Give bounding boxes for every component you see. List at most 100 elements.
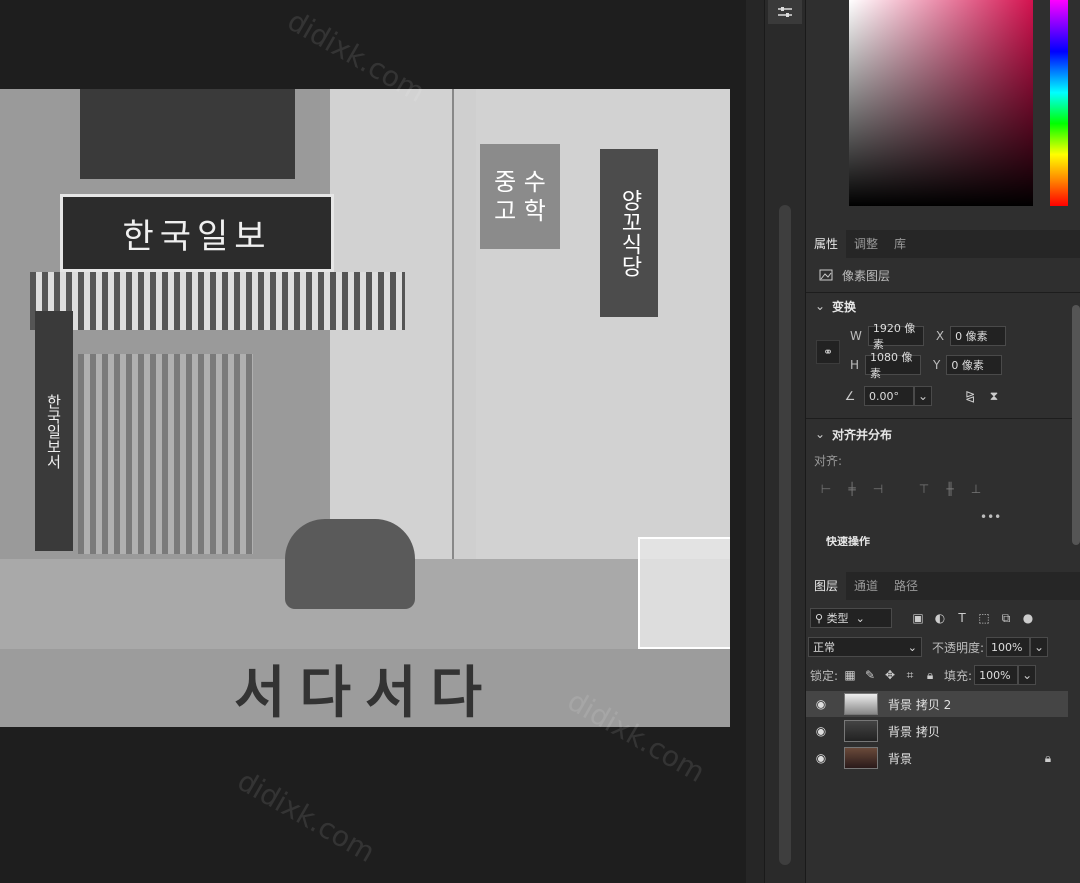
pixel-layer-icon (818, 267, 834, 283)
hue-slider[interactable] (1050, 0, 1068, 206)
properties-scrollbar[interactable] (1072, 305, 1080, 545)
x-label: X (935, 329, 945, 343)
visibility-eye-icon[interactable]: ◉ (808, 751, 834, 765)
layer-row[interactable]: ◉ 背景 拷贝 (806, 718, 1068, 744)
width-field[interactable]: 1920 像素 (867, 322, 924, 351)
transform-header[interactable]: ⌄ 变换 (806, 298, 1080, 314)
align-title: 对齐并分布 (832, 427, 893, 442)
tab-channels[interactable]: 通道 (846, 572, 886, 600)
restaurant-sign: 양꼬식당 (600, 149, 658, 317)
align-header[interactable]: ⌄ 对齐并分布 (806, 426, 1080, 442)
align-top-icon[interactable]: ⊤ (916, 481, 932, 497)
quick-actions-row: 快速操作 (806, 536, 1080, 546)
lock-artboard-icon[interactable]: ⌗ (902, 667, 918, 683)
quick-actions-title: 快速操作 (826, 536, 870, 546)
align-middle-v-icon[interactable]: ╫ (942, 481, 958, 497)
layer-row[interactable]: ◉ 背景 拷贝 2 (806, 691, 1068, 717)
opacity-field[interactable]: 100% (986, 637, 1031, 657)
more-row: ••• (806, 510, 1080, 524)
fill-field[interactable]: 100% (974, 665, 1019, 685)
document-image[interactable]: 한국일보 한국일보서 중 수 고 학 양꼬식당 서다서다 (0, 89, 730, 727)
layer-thumbnail (844, 693, 878, 715)
visibility-eye-icon[interactable]: ◉ (808, 697, 834, 711)
align-bottom-icon[interactable]: ⊥ (968, 481, 984, 497)
chevron-down-icon[interactable]: ⌄ (914, 386, 932, 406)
blend-mode-value: 正常 (813, 641, 835, 654)
divider (806, 418, 1080, 419)
filter-type-icon[interactable]: T (954, 610, 970, 626)
align-buttons-row: ⊢ ╪ ⊣ ⊤ ╫ ⊥ (806, 480, 1080, 498)
lock-transparency-icon[interactable]: ▦ (842, 667, 858, 683)
transform-h-row: H 1080 像素 Y 0 像素 (806, 351, 1080, 380)
filter-type-label: 类型 (826, 612, 849, 625)
tab-layers[interactable]: 图层 (806, 572, 847, 600)
layer-name[interactable]: 背景 拷贝 2 (888, 696, 951, 713)
flip-vertical-icon[interactable]: ⧗ (986, 388, 1002, 404)
chevron-down-icon[interactable]: ⌄ (812, 298, 828, 314)
filter-smartobject-icon[interactable]: ⧉ (998, 610, 1014, 626)
y-field[interactable]: 0 像素 (946, 355, 1003, 375)
angle-field[interactable]: 0.00° (864, 386, 914, 406)
tab-libraries[interactable]: 库 (886, 230, 914, 258)
collapsed-panel-column (764, 0, 805, 883)
chevron-down-icon: ⌄ (907, 640, 917, 654)
filter-type-select[interactable]: ⚲ 类型 ⌄ (810, 608, 892, 628)
align-left-icon[interactable]: ⊢ (818, 481, 834, 497)
properties-tabbar: 属性 调整 库 (806, 230, 1080, 258)
align-sub-row: 对齐: (806, 452, 1080, 468)
layer-type-row: 像素图层 (806, 265, 1080, 285)
layer-filter-row: ⚲ 类型 ⌄ ▣ ◐ T ⬚ ⧉ ● (806, 608, 1080, 628)
align-right-icon[interactable]: ⊣ (870, 481, 886, 497)
x-field[interactable]: 0 像素 (950, 326, 1007, 346)
color-field[interactable] (849, 0, 1033, 206)
blend-row: 正常 ⌄ 不透明度: 100% ⌄ (806, 637, 1080, 657)
adjustments-sliders-icon[interactable] (768, 0, 802, 24)
lock-all-icon[interactable]: 🔒︎ (922, 667, 938, 683)
lock-label: 锁定: (810, 668, 839, 683)
scooter (285, 519, 415, 609)
layer-thumbnail (844, 720, 878, 742)
filter-shape-icon[interactable]: ⬚ (976, 610, 992, 626)
search-icon: ⚲ (815, 611, 824, 625)
shop-shutter (78, 354, 253, 554)
chevron-down-icon[interactable]: ⌄ (1030, 637, 1049, 657)
road-marking: 서다서다 (0, 649, 730, 727)
layer-thumbnail (844, 747, 878, 769)
h-label: H (850, 358, 860, 372)
layer-row[interactable]: ◉ 背景 🔒︎ (806, 745, 1068, 771)
angle-row: ∠ 0.00° ⌄ ⧎ ⧗ (806, 386, 1080, 406)
lock-row: 锁定: ▦ ✎ ✥ ⌗ 🔒︎ 填充: 100% ⌄ (806, 665, 1080, 685)
align-label: 对齐: (814, 453, 843, 468)
more-options-button[interactable]: ••• (980, 510, 1001, 524)
height-field[interactable]: 1080 像素 (865, 351, 922, 380)
panel-scrollbar[interactable] (779, 205, 791, 865)
layer-type-label: 像素图层 (842, 268, 891, 283)
y-label: Y (933, 358, 941, 372)
building-window (80, 89, 295, 179)
visibility-eye-icon[interactable]: ◉ (808, 724, 834, 738)
filter-toggle-icon[interactable]: ● (1020, 610, 1036, 626)
transform-w-row: W 1920 像素 X 0 像素 (806, 322, 1080, 351)
align-center-h-icon[interactable]: ╪ (844, 481, 860, 497)
tab-properties[interactable]: 属性 (806, 230, 847, 258)
lock-icon: 🔒︎ (1044, 750, 1052, 765)
right-panels: 属性 调整 库 像素图层 ⌄ 变换 W 1920 像素 X 0 像素 ⚭ H 1… (805, 0, 1080, 883)
blend-mode-select[interactable]: 正常 ⌄ (808, 637, 922, 657)
tab-paths[interactable]: 路径 (886, 572, 926, 600)
w-label: W (850, 329, 862, 343)
tab-adjustments[interactable]: 调整 (846, 230, 886, 258)
filter-pixel-icon[interactable]: ▣ (910, 610, 926, 626)
fill-label: 填充: (944, 668, 973, 683)
document-canvas-area[interactable]: 한국일보 한국일보서 중 수 고 학 양꼬식당 서다서다 didixk.com … (0, 0, 746, 883)
flip-horizontal-icon[interactable]: ⧎ (962, 388, 978, 404)
layer-name[interactable]: 背景 拷贝 (888, 723, 940, 740)
opacity-label: 不透明度: (932, 640, 985, 655)
layer-name[interactable]: 背景 (888, 750, 912, 767)
lock-move-icon[interactable]: ✥ (882, 667, 898, 683)
chevron-down-icon[interactable]: ⌄ (1018, 665, 1037, 685)
chevron-down-icon[interactable]: ⌄ (812, 426, 828, 442)
filter-adjustment-icon[interactable]: ◐ (932, 610, 948, 626)
lock-brush-icon[interactable]: ✎ (862, 667, 878, 683)
utility-pole (452, 89, 476, 569)
shop-signboard: 한국일보 (60, 194, 334, 272)
